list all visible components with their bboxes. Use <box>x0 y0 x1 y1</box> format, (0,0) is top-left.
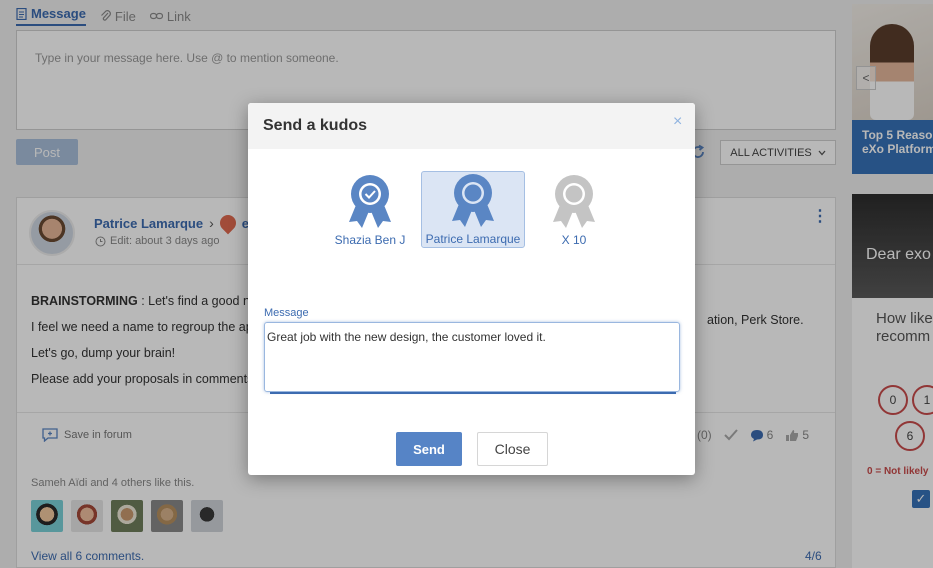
kudos-recipient-label: Patrice Lamarque <box>425 232 521 246</box>
send-button[interactable]: Send <box>396 432 462 466</box>
kudos-recipient-label: Shazia Ben J <box>334 233 406 247</box>
send-kudos-dialog: Send a kudos × Shazia Ben J Patrice Lama… <box>248 103 695 475</box>
kudos-recipient-shazia[interactable]: Shazia Ben J <box>318 171 422 248</box>
award-check-icon <box>349 175 391 228</box>
award-icon <box>452 174 494 227</box>
kudos-more-recipients[interactable]: X 10 <box>522 171 626 248</box>
kudos-message-input[interactable]: Great job with the new design, the custo… <box>264 322 680 392</box>
kudos-more-label: X 10 <box>561 233 587 247</box>
dialog-title: Send a kudos <box>248 103 695 149</box>
close-button[interactable]: Close <box>477 432 548 466</box>
close-icon[interactable]: × <box>673 113 682 131</box>
input-focus-underline <box>270 392 676 394</box>
kudos-recipient-patrice[interactable]: Patrice Lamarque <box>421 171 525 248</box>
award-gray-icon <box>553 175 595 228</box>
message-label: Message <box>264 307 309 319</box>
